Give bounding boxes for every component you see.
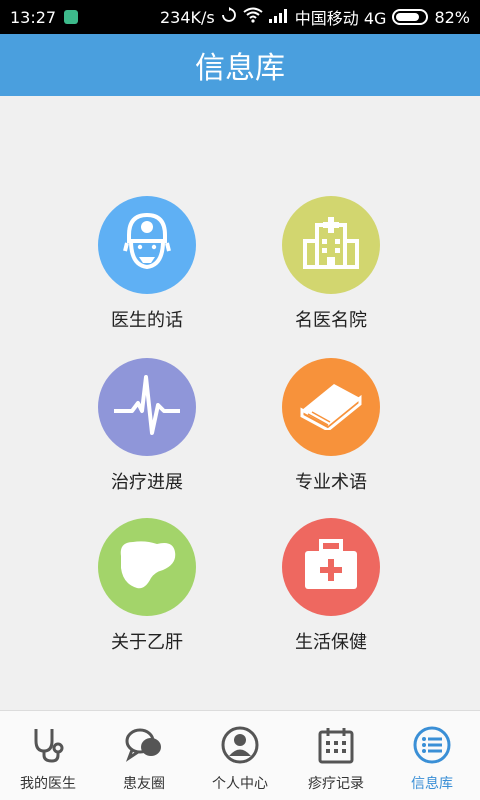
tab-patient-circle[interactable]: 患友圈 xyxy=(96,711,192,800)
hospital-icon xyxy=(301,215,361,275)
book-circle xyxy=(282,358,380,456)
status-bar: 13:27 234K/s 中国移动 4G 82% xyxy=(0,0,480,34)
grid-item-label: 关于乙肝 xyxy=(111,632,183,653)
grid-item-health-care[interactable]: 生活保健 xyxy=(256,518,406,654)
grid-item-label: 生活保健 xyxy=(295,632,367,653)
grid-item-label: 名医名院 xyxy=(295,310,367,331)
wifi-icon xyxy=(243,7,263,27)
doctor-circle xyxy=(98,196,196,294)
list-icon xyxy=(412,725,452,765)
shield-icon xyxy=(64,10,79,24)
tab-info-library[interactable]: 信息库 xyxy=(384,711,480,800)
first-aid-kit-icon xyxy=(301,537,361,597)
tab-label: 我的医生 xyxy=(20,776,76,792)
tab-label: 疹疗记录 xyxy=(308,776,364,792)
book-icon xyxy=(298,380,364,434)
grid-item-famous-doctors[interactable]: 名医名院 xyxy=(256,196,406,332)
grid-item-treatment-progress[interactable]: 治疗进展 xyxy=(72,358,222,494)
hospital-circle xyxy=(282,196,380,294)
grid-item-label: 专业术语 xyxy=(295,472,367,493)
tab-my-doctor[interactable]: 我的医生 xyxy=(0,711,96,800)
stethoscope-icon xyxy=(28,725,68,765)
first-aid-circle xyxy=(282,518,380,616)
network-speed: 234K/s xyxy=(160,7,215,27)
battery-percent: 82% xyxy=(434,7,470,27)
grid-item-doctor-words[interactable]: 医生的话 xyxy=(72,196,222,332)
battery-fill xyxy=(396,13,420,21)
doctor-icon xyxy=(117,211,177,279)
grid-item-terminology[interactable]: 专业术语 xyxy=(256,358,406,494)
page-title: 信息库 xyxy=(195,51,285,86)
grid-item-label: 医生的话 xyxy=(111,310,183,331)
grid-item-about-hepatitis-b[interactable]: 关于乙肝 xyxy=(72,518,222,654)
menu-grid: 医生的话 名医名院 治疗进展 专业术语 关于乙肝 生活保健 xyxy=(0,96,480,710)
bottom-tab-bar: 我的医生 患友圈 个人中心 疹疗记录 信息库 xyxy=(0,710,480,800)
sync-icon xyxy=(221,7,237,27)
tab-label: 个人中心 xyxy=(212,776,268,792)
tab-label: 信息库 xyxy=(411,776,453,792)
liver-circle xyxy=(98,518,196,616)
signal-icon xyxy=(268,8,289,27)
page-header: 信息库 xyxy=(0,34,480,96)
calendar-icon xyxy=(316,725,356,765)
tab-treatment-record[interactable]: 疹疗记录 xyxy=(288,711,384,800)
user-icon xyxy=(220,725,260,765)
tab-personal-center[interactable]: 个人中心 xyxy=(192,711,288,800)
heartbeat-circle xyxy=(98,358,196,456)
liver-icon xyxy=(115,536,179,598)
grid-item-label: 治疗进展 xyxy=(111,472,183,493)
carrier-name: 中国移动 4G xyxy=(294,9,387,28)
chat-bubbles-icon xyxy=(124,725,164,765)
tab-label: 患友圈 xyxy=(123,776,165,792)
battery-icon xyxy=(392,9,429,25)
status-time: 13:27 xyxy=(10,7,57,27)
heartbeat-icon xyxy=(112,373,182,441)
